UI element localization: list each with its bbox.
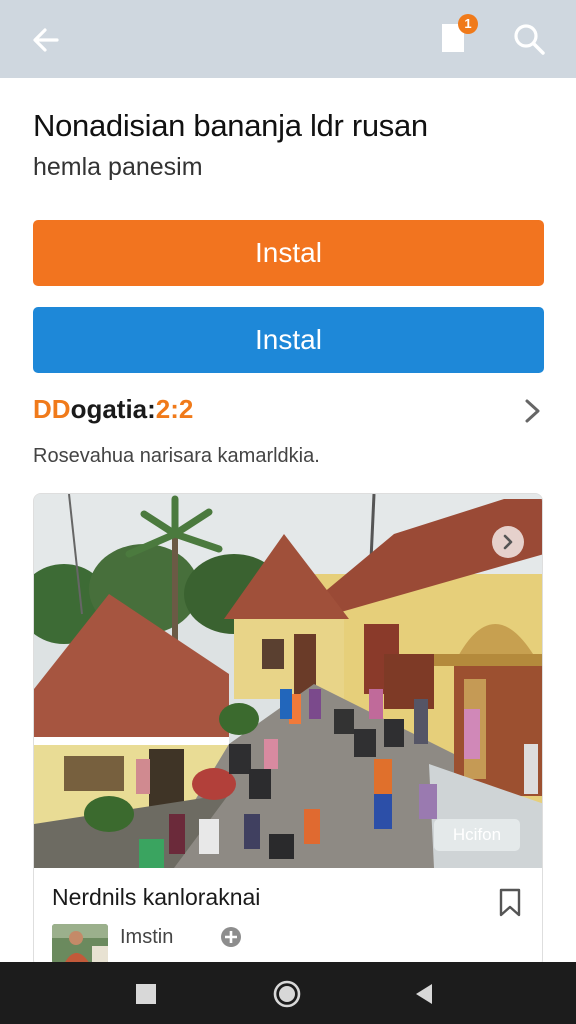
notification-badge: 1 <box>458 14 478 34</box>
arrow-left-icon <box>33 28 59 52</box>
save-button[interactable] <box>492 884 528 920</box>
author-name[interactable]: Imstin <box>120 926 173 949</box>
section-heading: DDogatia:2:2 <box>33 394 193 425</box>
recents-button[interactable] <box>128 976 164 1012</box>
bookmark-outline-icon <box>499 888 521 917</box>
author-avatar[interactable] <box>52 924 108 964</box>
section-heading-prefix: DD <box>33 394 71 424</box>
search-icon <box>514 24 545 55</box>
triangle-back-icon <box>416 984 432 1004</box>
app-title: Nonadisian bananja ldr rusan <box>33 108 428 143</box>
chevron-right-icon <box>503 534 513 550</box>
section-heading-number: 2:2 <box>155 394 194 424</box>
content-card[interactable]: Hcifon Nerdnils kanloraknai Imstin <box>33 493 543 968</box>
search-button[interactable] <box>508 18 550 60</box>
follow-plus-icon[interactable] <box>220 926 242 948</box>
app-subtitle: hemla panesim <box>33 153 203 181</box>
photo-chip-button[interactable]: Hcifon <box>434 819 520 851</box>
section-description: Rosevahua narisara kamarldkia. <box>33 445 320 467</box>
avatar-image <box>52 924 108 964</box>
photo-next-button[interactable] <box>492 526 524 558</box>
square-icon <box>136 984 156 1004</box>
village-photo <box>34 494 542 868</box>
install-button-primary[interactable]: Instal <box>33 220 544 286</box>
section-header-row[interactable]: DDogatia:2:2 <box>33 390 545 432</box>
home-button[interactable] <box>269 976 305 1012</box>
chevron-right-icon <box>525 399 540 423</box>
circle-home-icon <box>273 980 301 1008</box>
back-button[interactable] <box>26 20 66 60</box>
section-heading-text: ogatia: <box>70 394 156 424</box>
card-title: Nerdnils kanloraknai <box>52 884 261 910</box>
top-app-bar: 1 <box>0 0 576 78</box>
system-nav-bar <box>0 962 576 1024</box>
back-nav-button[interactable] <box>406 976 442 1012</box>
install-button-secondary[interactable]: Instal <box>33 307 544 373</box>
